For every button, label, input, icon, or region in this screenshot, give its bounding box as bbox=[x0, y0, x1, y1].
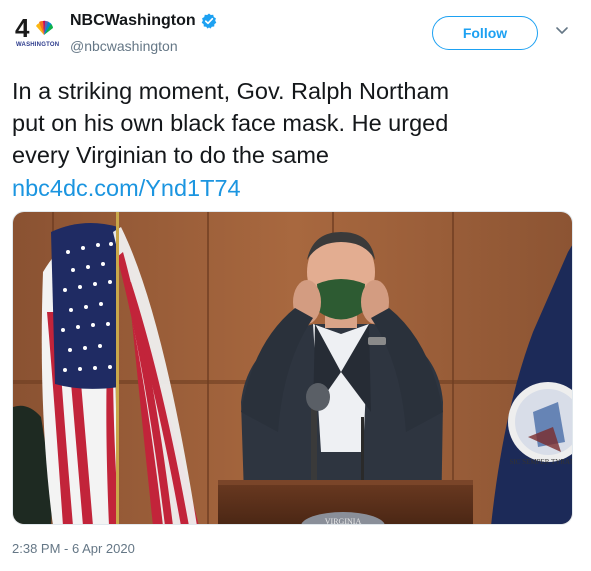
avatar-number: 4 bbox=[15, 13, 30, 43]
press-conference-photo: SIC SEMPER TYRANNIS bbox=[13, 212, 573, 525]
verified-badge-icon bbox=[201, 13, 216, 29]
tweet-text-line: put on his own black face mask. He urged bbox=[12, 110, 449, 136]
account-handle[interactable]: @nbcwashington bbox=[70, 38, 178, 54]
chevron-down-icon[interactable] bbox=[555, 26, 569, 36]
tweet-card: 4 WASHINGTON NBCWashington @nbcwashingto… bbox=[0, 0, 591, 571]
tweet-media-photo[interactable]: SIC SEMPER TYRANNIS bbox=[12, 211, 573, 525]
avatar-caption: WASHINGTON bbox=[16, 42, 60, 48]
tweet-text-line: In a striking moment, Gov. Ralph Northam bbox=[12, 78, 450, 104]
avatar[interactable]: 4 WASHINGTON bbox=[12, 13, 60, 54]
podium-seal-text: VIRGINIA bbox=[325, 517, 362, 525]
peacock-logo-icon bbox=[36, 20, 53, 35]
account-name-row: NBCWashington bbox=[70, 12, 217, 30]
display-name[interactable]: NBCWashington bbox=[70, 12, 196, 30]
tweet-text: In a striking moment, Gov. Ralph Northam… bbox=[12, 75, 572, 171]
tweet-text-line: every Virginian to do the same bbox=[12, 142, 329, 168]
tweet-link[interactable]: nbc4dc.com/Ynd1T74 bbox=[12, 172, 241, 204]
tweet-timestamp[interactable]: 2:38 PM - 6 Apr 2020 bbox=[12, 541, 135, 556]
virginia-seal-text: SIC SEMPER TYRANNIS bbox=[510, 458, 573, 466]
podium: VIRGINIA bbox=[218, 480, 473, 525]
follow-button[interactable]: Follow bbox=[432, 16, 538, 50]
